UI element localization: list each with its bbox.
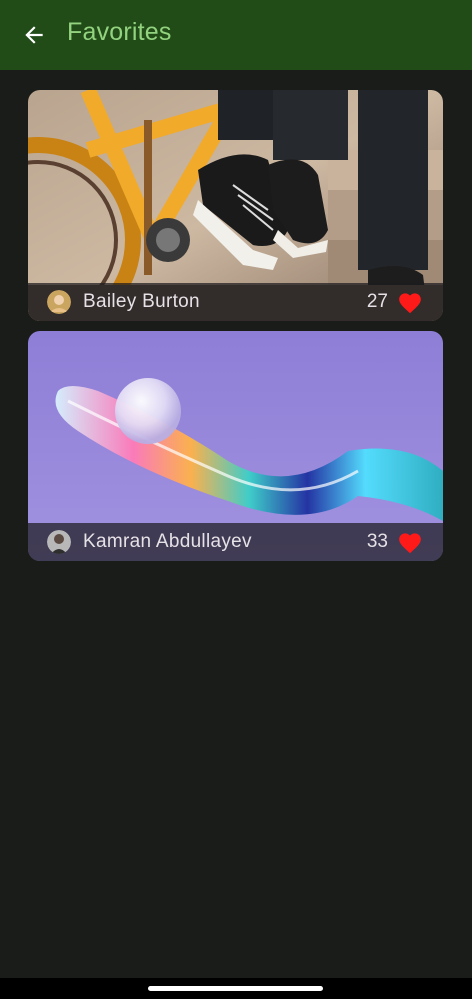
system-navigation-bar <box>0 978 472 999</box>
heart-icon[interactable] <box>397 290 423 314</box>
like-count: 33 <box>366 531 388 552</box>
author-avatar <box>47 530 71 554</box>
arrow-back-icon <box>25 26 43 44</box>
home-gesture-handle[interactable] <box>148 986 323 991</box>
heart-icon[interactable] <box>397 530 423 554</box>
photo-caption-bar: Kamran Abdullayev 33 <box>28 523 443 561</box>
page-title: Favorites <box>67 18 172 46</box>
author-name: Kamran Abdullayev <box>83 531 252 552</box>
author-name: Bailey Burton <box>83 291 200 312</box>
author-avatar <box>47 290 71 314</box>
back-button[interactable] <box>14 15 54 55</box>
favorite-photo-card[interactable]: Kamran Abdullayev 33 <box>28 331 443 561</box>
favorite-photo-card[interactable]: Bailey Burton 27 <box>28 90 443 321</box>
app-bar: Favorites <box>0 0 472 70</box>
photo-caption-bar: Bailey Burton 27 <box>28 283 443 321</box>
like-count: 27 <box>366 291 388 312</box>
